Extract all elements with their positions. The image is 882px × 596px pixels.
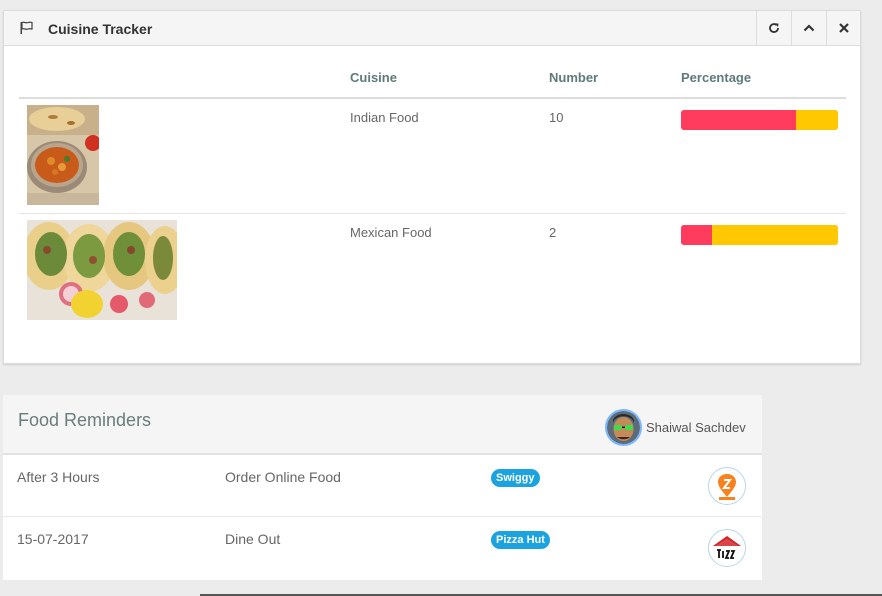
panel-header: Cuisine Tracker [4, 11, 860, 46]
collapse-button[interactable] [791, 11, 826, 45]
number-cell: 2 [549, 224, 557, 240]
table-row: Indian Food 10 [19, 98, 846, 214]
user-name: Shaiwal Sachdev [646, 420, 746, 435]
refresh-button[interactable] [756, 11, 791, 45]
pizza-hut-logo-icon [709, 530, 745, 566]
percentage-bar-fill [681, 110, 796, 130]
status-badge: Pizza Hut [491, 531, 550, 549]
table-row: Mexican Food 2 [19, 213, 846, 328]
percentage-bar-fill [681, 224, 713, 245]
column-header-cuisine: Cuisine [350, 56, 549, 99]
reminder-task: Order Online Food [225, 469, 341, 485]
flag-icon [20, 21, 33, 34]
swiggy-logo [708, 467, 746, 505]
food-reminders-panel: Food Reminders Shaiwal Sachdev After 3 H… [3, 395, 762, 580]
column-header-image [19, 56, 350, 99]
list-item: 15-07-2017 Dine Out Pizza Hut [3, 517, 762, 579]
panel-title: Cuisine Tracker [48, 21, 153, 37]
table-header-row: Cuisine Number Percentage [19, 56, 846, 99]
cuisine-table: Cuisine Number Percentage Indian Food 10… [19, 56, 846, 328]
reminder-task: Dine Out [225, 531, 281, 547]
percentage-bar [681, 110, 838, 130]
avatar[interactable] [605, 409, 642, 446]
mexican-food-image [23, 219, 185, 320]
percentage-bar [681, 224, 838, 245]
refresh-icon [769, 23, 779, 33]
percentage-bar-remainder [712, 224, 838, 245]
cuisine-cell: Mexican Food [350, 224, 432, 240]
status-badge: Swiggy [491, 469, 540, 487]
user-avatar-image [607, 411, 640, 444]
reminders-title: Food Reminders [18, 410, 152, 430]
percentage-bar-remainder [795, 110, 838, 130]
cuisine-tracker-panel: Cuisine Tracker Cuisine Number Percentag… [3, 10, 861, 364]
chevron-up-icon [803, 24, 815, 32]
pizza-hut-logo [708, 529, 746, 567]
indian-food-image [27, 105, 101, 205]
swiggy-logo-icon [709, 468, 745, 504]
close-icon [839, 23, 849, 33]
reminder-time: After 3 Hours [17, 469, 100, 485]
column-header-percentage: Percentage [681, 56, 846, 99]
list-item: After 3 Hours Order Online Food Swiggy [3, 455, 762, 517]
close-button[interactable] [826, 11, 861, 45]
reminder-time: 15-07-2017 [17, 531, 89, 547]
cuisine-cell: Indian Food [350, 98, 549, 214]
number-cell: 10 [549, 98, 681, 214]
reminders-header: Food Reminders Shaiwal Sachdev [3, 395, 762, 455]
column-header-number: Number [549, 56, 681, 99]
